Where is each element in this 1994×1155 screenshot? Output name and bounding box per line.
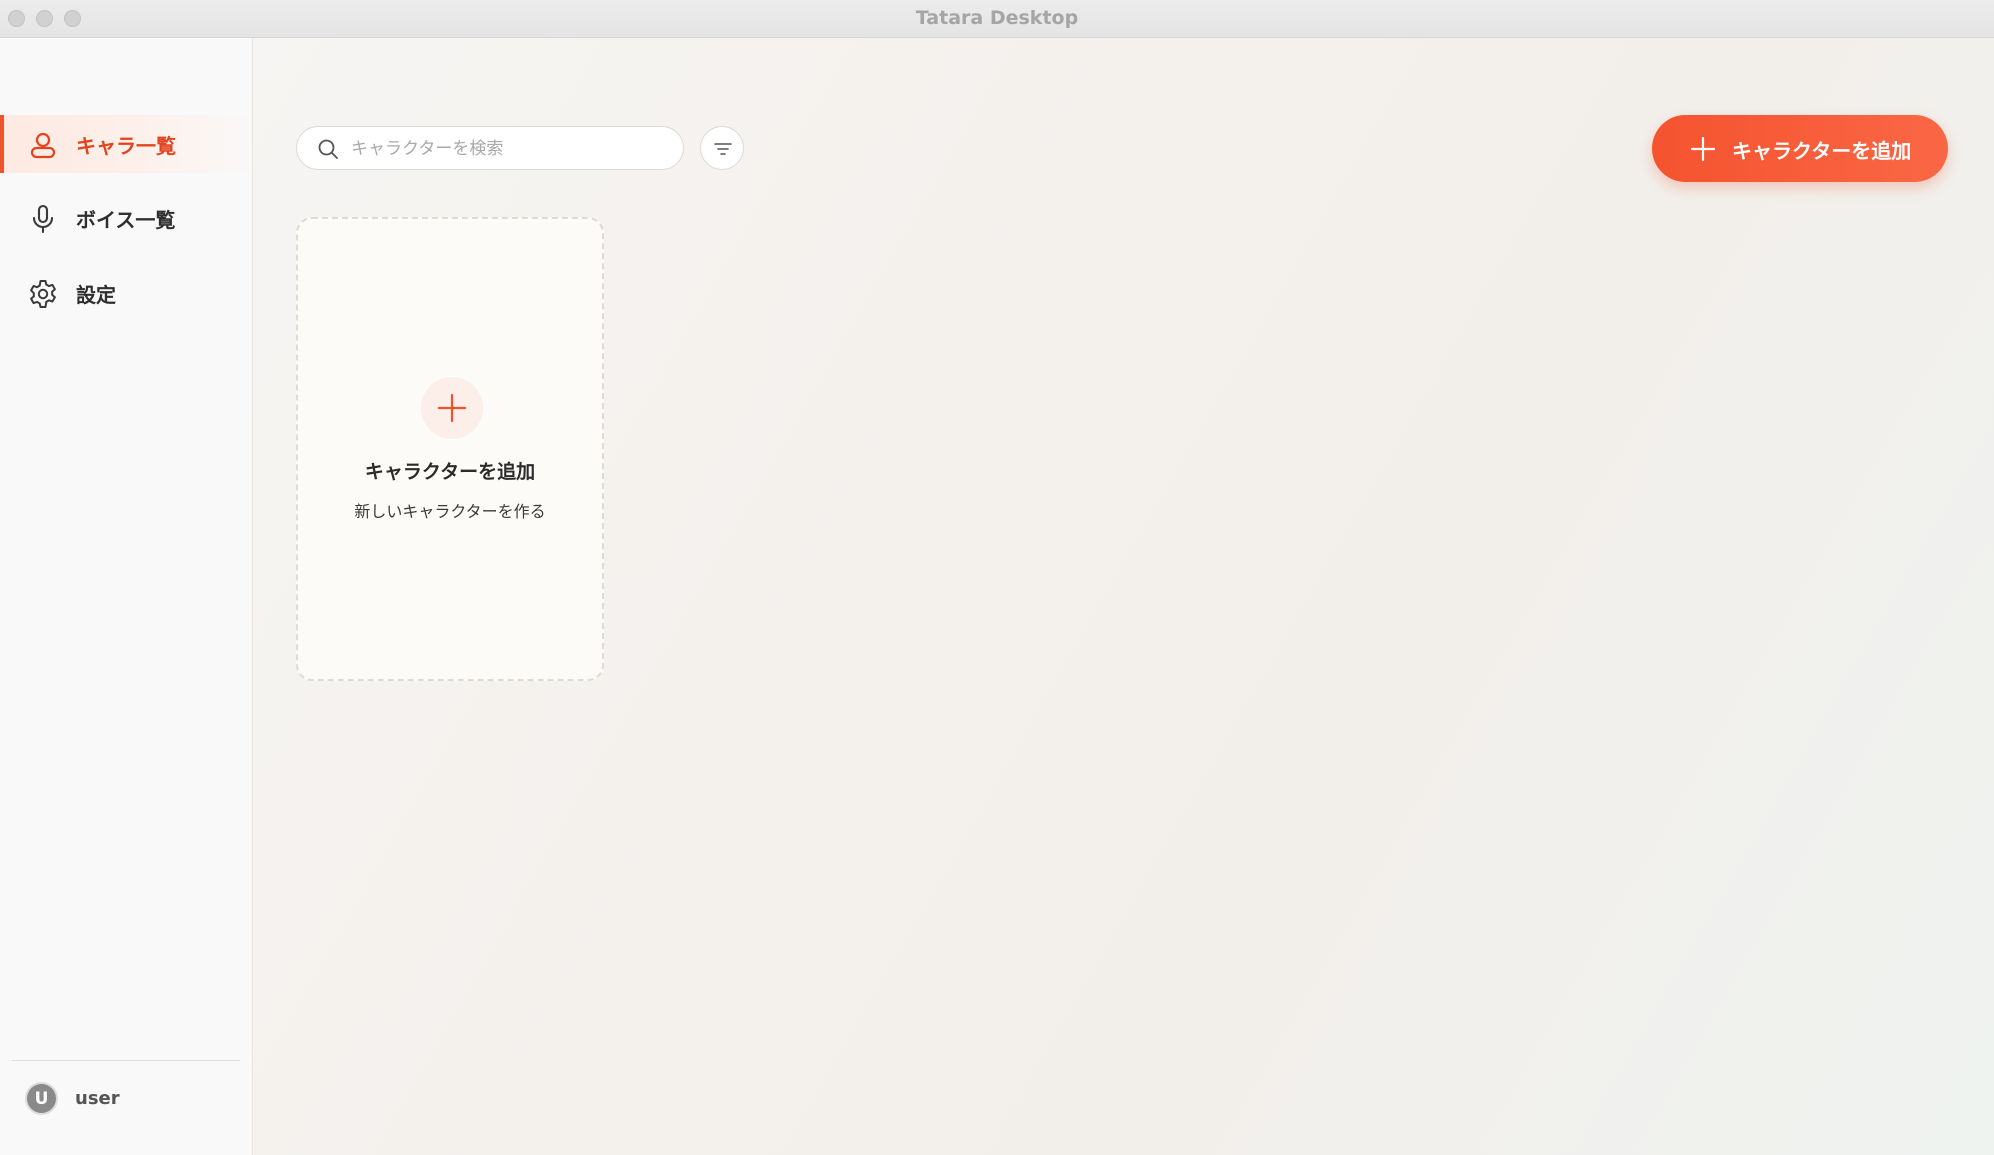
sidebar-item-label: ボイス一覧 [76,207,176,232]
window-title: Tatara Desktop [915,7,1079,29]
sidebar-item-characters[interactable]: キャラ一覧 [0,115,253,173]
microphone-icon [27,203,59,235]
main-content: キャラクターを追加 キャラクターを追加 新しいキャラクターを作る [254,38,1994,1155]
filter-button[interactable] [700,126,744,170]
title-bar: Tatara Desktop [0,0,1994,38]
search-input[interactable] [351,135,661,163]
sidebar: キャラ一覧 ボイス一覧 設定 U user [0,38,253,1155]
search-box[interactable] [296,126,684,170]
add-card-subtitle: 新しいキャラクターを作る [354,502,546,521]
filter-icon [712,138,734,160]
add-card-title: キャラクターを追加 [364,461,536,483]
sidebar-item-voices[interactable]: ボイス一覧 [0,189,253,247]
add-character-card[interactable]: キャラクターを追加 新しいキャラクターを作る [296,217,604,681]
avatar: U [27,1084,56,1113]
add-character-button-label: キャラクターを追加 [1732,139,1912,163]
search-icon [317,138,339,160]
user-name: user [75,1088,120,1109]
plus-icon [1690,136,1716,162]
sidebar-divider [12,1060,240,1061]
user-icon [27,129,59,161]
plus-icon [421,377,483,439]
gear-icon [27,278,59,310]
sidebar-item-label: キャラ一覧 [76,133,176,158]
sidebar-item-label: 設定 [76,282,116,307]
add-character-button[interactable]: キャラクターを追加 [1652,115,1948,182]
sidebar-item-settings[interactable]: 設定 [0,264,253,322]
app-window: Tatara Desktop キャラ一覧 ボイス一覧 設定 U user キャラ… [0,0,1994,1155]
